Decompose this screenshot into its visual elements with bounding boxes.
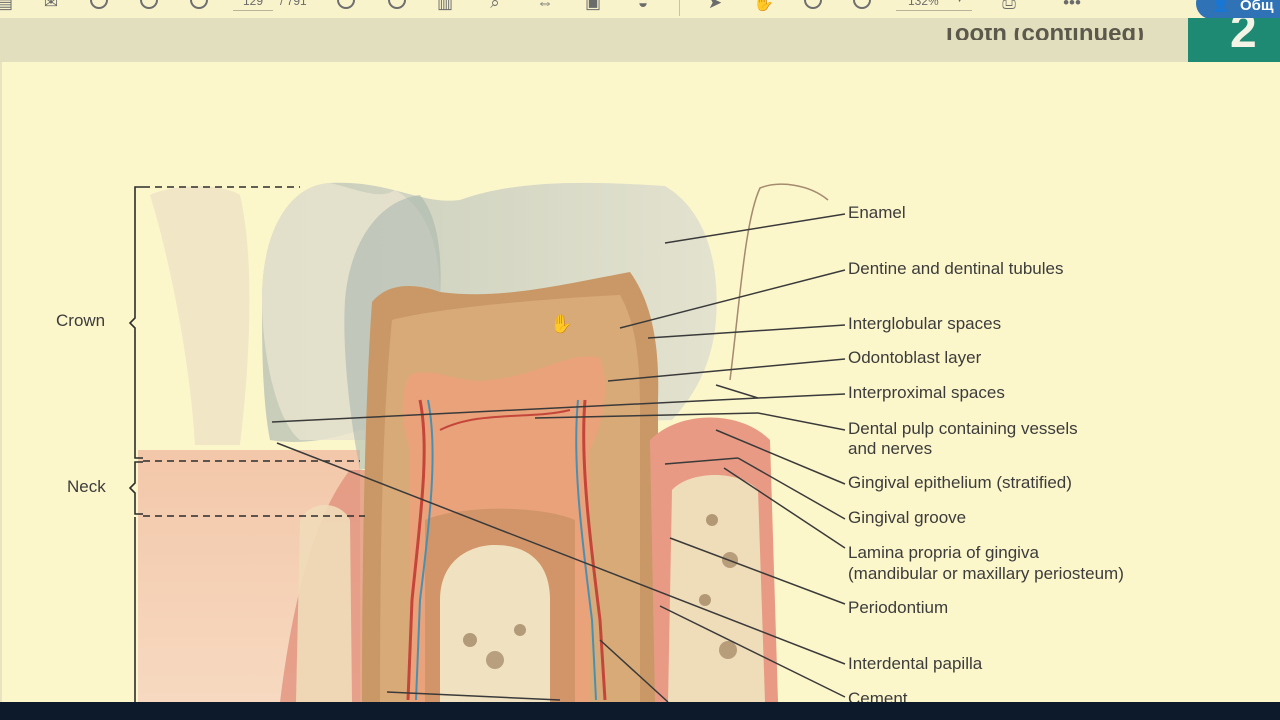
zoom-value: 132%: [908, 0, 939, 8]
bone-right: [668, 475, 765, 702]
bone-canal: [440, 545, 550, 702]
label-dental-pulp-cont: and nerves: [848, 439, 933, 458]
label-cement: Cement: [848, 689, 908, 702]
label-dentine: Dentine and dentinal tubules: [848, 259, 1064, 278]
crown-bracket: [128, 186, 143, 459]
region-label-crown: Crown: [56, 311, 106, 330]
zoom-plus-icon[interactable]: [853, 0, 871, 9]
label-periodontium: Periodontium: [848, 598, 949, 617]
toolbar: ▤ ✉ 129 / 791 ▥ ⌕ ⇔ ▣ ◒ ➤ ✋ 132% ▼ ⎙ •••…: [0, 0, 1280, 18]
menu-icon[interactable]: ▤: [0, 0, 16, 14]
page-down-icon[interactable]: [190, 0, 208, 9]
zoom-select[interactable]: 132% ▼: [896, 0, 972, 11]
cursor-icon[interactable]: ➤: [704, 0, 726, 14]
share-button[interactable]: 👤 Общ: [1196, 0, 1280, 18]
chapter-title: Tooth (continued): [942, 28, 1144, 40]
columns-icon[interactable]: ▥: [434, 0, 456, 14]
page-number-input[interactable]: 129: [233, 0, 273, 11]
share-user-icon: 👤: [1212, 0, 1230, 12]
image-icon[interactable]: ▣: [582, 0, 604, 14]
neighbour-tooth-right: [729, 183, 829, 381]
page-total: / 791: [280, 0, 307, 8]
page-up-icon[interactable]: [140, 0, 158, 9]
hand-icon[interactable]: ✋: [753, 0, 775, 14]
region-label-neck: Neck: [67, 477, 106, 496]
label-interglobular-spaces: Interglobular spaces: [848, 314, 1002, 333]
label-gingival-epithelium: Gingival epithelium (stratified): [848, 473, 1072, 492]
tooth-diagram: Crown Neck Enamel Dentine and dentinal t…: [0, 62, 1280, 702]
chapter-number: 2: [1230, 18, 1257, 58]
share-label: Общ: [1240, 0, 1274, 14]
eraser-icon[interactable]: ◒: [632, 0, 654, 14]
search-doc-icon[interactable]: [337, 0, 355, 9]
bone-left-strip: [296, 505, 352, 702]
mail-icon[interactable]: ✉: [40, 0, 62, 14]
save-icon[interactable]: ⎙: [998, 0, 1020, 14]
label-lamina-propria-cont: (mandibular or maxillary periosteum): [848, 564, 1124, 583]
zoom-in-icon[interactable]: [90, 0, 108, 9]
label-interdental-papilla: Interdental papilla: [848, 654, 983, 673]
preview-icon[interactable]: ⌕: [484, 0, 506, 14]
more-icon[interactable]: •••: [1061, 0, 1083, 14]
taskbar: [0, 702, 1280, 720]
label-lamina-propria: Lamina propria of gingiva: [848, 543, 1039, 562]
label-gingival-groove: Gingival groove: [848, 508, 967, 527]
fit-width-icon[interactable]: ⇔: [534, 0, 556, 14]
chapter-tab: 2: [1188, 18, 1280, 62]
tooth-illustration: [128, 182, 846, 702]
zoom-out-icon[interactable]: [804, 0, 822, 9]
label-odontoblast-layer: Odontoblast layer: [848, 348, 982, 367]
toolbar-separator: [679, 0, 680, 16]
label-interproximal-spaces: Interproximal spaces: [848, 383, 1005, 402]
comment-icon[interactable]: [388, 0, 406, 9]
label-enamel: Enamel: [848, 203, 906, 222]
page-header: Tooth (continued) 2: [0, 18, 1280, 62]
chevron-down-icon: ▼: [955, 0, 964, 4]
label-dental-pulp: Dental pulp containing vessels: [848, 419, 1078, 438]
neighbour-tooth-left: [150, 186, 250, 445]
hand-cursor-icon: ✋: [550, 314, 573, 334]
